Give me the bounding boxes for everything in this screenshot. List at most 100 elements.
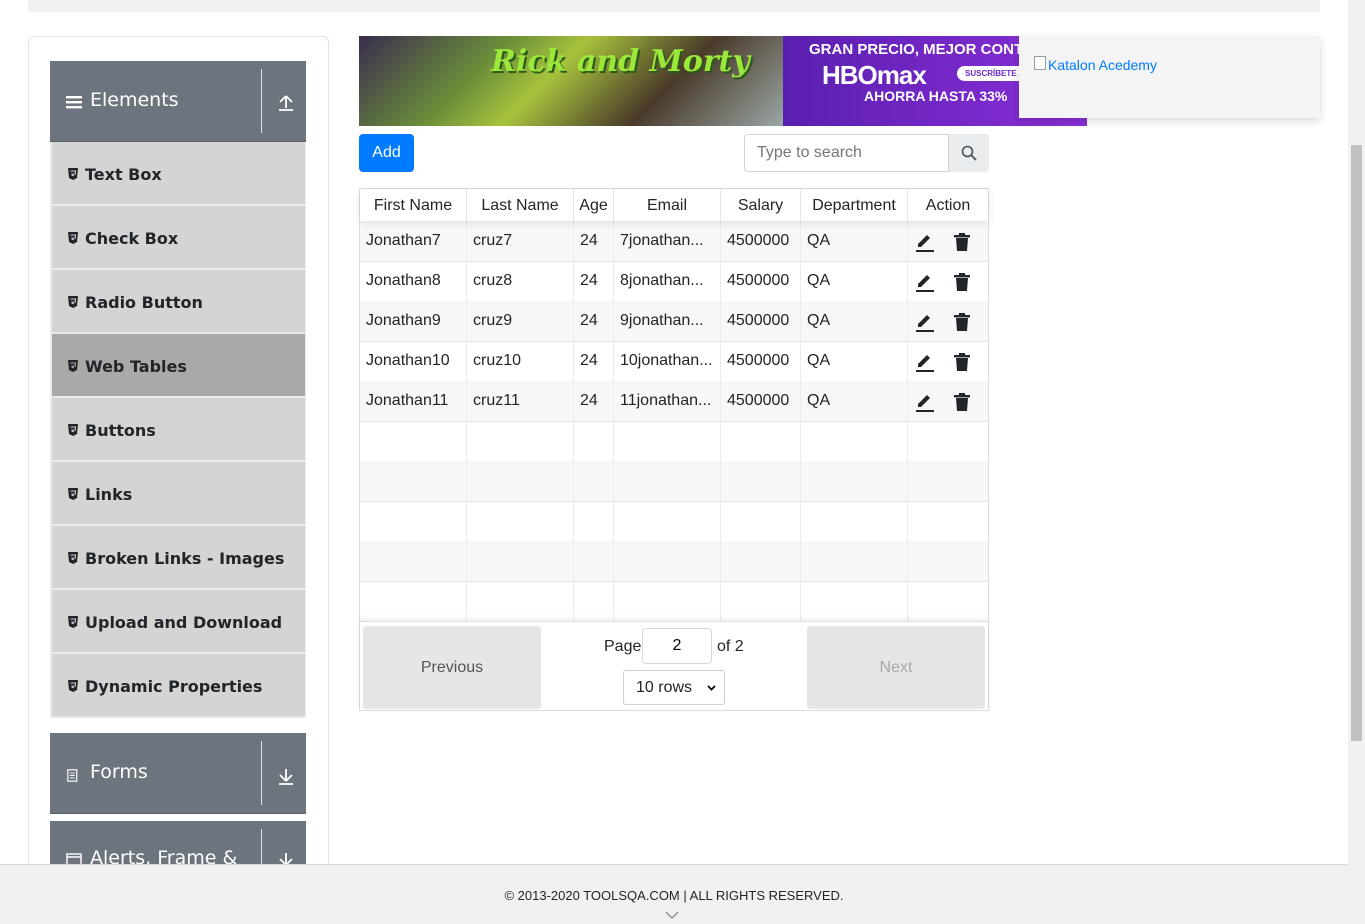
table-cell: cruz7 (467, 221, 574, 261)
table-row: Jonathan11 cruz11 24 11jonathan... 4500000 QA (360, 381, 988, 422)
edit-icon[interactable] (915, 232, 935, 252)
chevron-down-icon[interactable] (665, 911, 679, 919)
search-input[interactable] (745, 135, 948, 171)
table-cell: cruz8 (467, 261, 574, 301)
sidebar-item-label: Dynamic Properties (85, 677, 263, 696)
table-cell (360, 501, 467, 541)
table-cell (614, 461, 721, 501)
previous-button[interactable]: Previous (363, 626, 541, 709)
collapse-up-icon[interactable] (276, 93, 296, 113)
sidebar-item-links[interactable]: Links (50, 462, 306, 526)
group-title: Elements (90, 89, 179, 111)
table-cell (721, 581, 801, 621)
scrollbar-thumb[interactable] (1351, 145, 1362, 741)
sidebar-item-radio-button[interactable]: Radio Button (50, 270, 306, 334)
edit-icon[interactable] (915, 272, 935, 292)
table-cell: QA (801, 221, 908, 261)
table-cell (467, 581, 574, 621)
table-cell: 24 (574, 301, 614, 341)
delete-icon[interactable] (952, 352, 972, 372)
sidebar-item-web-tables[interactable]: Web Tables (50, 334, 306, 398)
footer: © 2013-2020 TOOLSQA.COM | ALL RIGHTS RES… (0, 864, 1348, 924)
rows-per-page-select[interactable]: 10 rows (623, 670, 725, 705)
table-cell (360, 461, 467, 501)
side-ad[interactable]: Katalon Acedemy (1019, 36, 1320, 118)
html5-icon (68, 168, 78, 180)
table-cell: 24 (574, 381, 614, 421)
table-cell: Jonathan9 (360, 301, 467, 341)
page-number-input[interactable] (642, 628, 712, 664)
table-cell: Jonathan7 (360, 221, 467, 261)
empty-table-row (360, 461, 988, 502)
table-cell: 24 (574, 261, 614, 301)
table-cell (467, 541, 574, 581)
table-cell: Jonathan11 (360, 381, 467, 421)
table-cell: QA (801, 261, 908, 301)
group-header-elements[interactable]: Elements (50, 61, 306, 142)
table-cell: 9jonathan... (614, 301, 721, 341)
delete-icon[interactable] (952, 392, 972, 412)
next-button[interactable]: Next (807, 626, 985, 709)
table-cell: cruz11 (467, 381, 574, 421)
divider (261, 69, 262, 133)
html5-icon (68, 360, 78, 372)
table-cell (467, 421, 574, 461)
sidebar-item-upload-download[interactable]: Upload and Download (50, 590, 306, 654)
ad-banner[interactable]: Rick and Morty GRAN PRECIO, MEJOR CONT H… (359, 36, 1087, 126)
top-strip (28, 0, 1320, 12)
scrollbar[interactable] (1348, 0, 1365, 924)
document-icon (67, 769, 78, 782)
empty-table-row (360, 421, 988, 462)
banner-headline: GRAN PRECIO, MEJOR CONT (809, 41, 1024, 58)
sidebar-item-label: Broken Links - Images (85, 549, 285, 568)
html5-icon (68, 488, 78, 500)
table-cell (908, 421, 988, 461)
table-cell (614, 541, 721, 581)
delete-icon[interactable] (952, 312, 972, 332)
table-cell: Jonathan10 (360, 341, 467, 381)
page-label: Page (604, 638, 642, 655)
sidebar: Elements Text Box Check Box Radio Button… (28, 36, 329, 876)
table-cell (801, 461, 908, 501)
table-cell (574, 541, 614, 581)
table-cell: 24 (574, 221, 614, 261)
table-cell (574, 581, 614, 621)
banner-offer: AHORRA HASTA 33% (864, 88, 1008, 104)
table-cell: 8jonathan... (614, 261, 721, 301)
ad-alt-text[interactable]: Katalon Acedemy (1048, 57, 1157, 73)
column-header[interactable]: Email (614, 189, 721, 221)
group-header-forms[interactable]: Forms (50, 733, 306, 814)
column-header[interactable]: Salary (721, 189, 801, 221)
search-button[interactable] (948, 134, 989, 172)
add-button[interactable]: Add (359, 134, 414, 172)
edit-icon[interactable] (915, 352, 935, 372)
sidebar-item-text-box[interactable]: Text Box (50, 142, 306, 206)
delete-icon[interactable] (952, 272, 972, 292)
table-cell (721, 421, 801, 461)
delete-icon[interactable] (952, 232, 972, 252)
sidebar-item-dynamic-properties[interactable]: Dynamic Properties (50, 654, 306, 718)
sidebar-item-broken-links[interactable]: Broken Links - Images (50, 526, 306, 590)
table-cell: Jonathan8 (360, 261, 467, 301)
empty-table-row (360, 501, 988, 542)
expand-down-icon[interactable] (276, 767, 296, 787)
table-cell (721, 501, 801, 541)
table-cell: 24 (574, 341, 614, 381)
broken-image-icon (1034, 56, 1046, 70)
search-box (744, 134, 989, 172)
column-header[interactable]: Department (801, 189, 908, 221)
sidebar-item-buttons[interactable]: Buttons (50, 398, 306, 462)
copyright-text: © 2013-2020 TOOLSQA.COM | ALL RIGHTS RES… (504, 888, 844, 903)
edit-icon[interactable] (915, 312, 935, 332)
column-header[interactable]: Last Name (467, 189, 574, 221)
column-header[interactable]: First Name (360, 189, 467, 221)
search-icon (961, 145, 977, 161)
edit-icon[interactable] (915, 392, 935, 412)
column-header[interactable]: Age (574, 189, 614, 221)
page-total: of 2 (717, 638, 744, 655)
chevron-down-icon (707, 685, 716, 691)
web-table: First Name Last Name Age Email Salary De… (359, 188, 989, 711)
table-header: First Name Last Name Age Email Salary De… (360, 189, 988, 221)
table-cell (614, 421, 721, 461)
sidebar-item-check-box[interactable]: Check Box (50, 206, 306, 270)
